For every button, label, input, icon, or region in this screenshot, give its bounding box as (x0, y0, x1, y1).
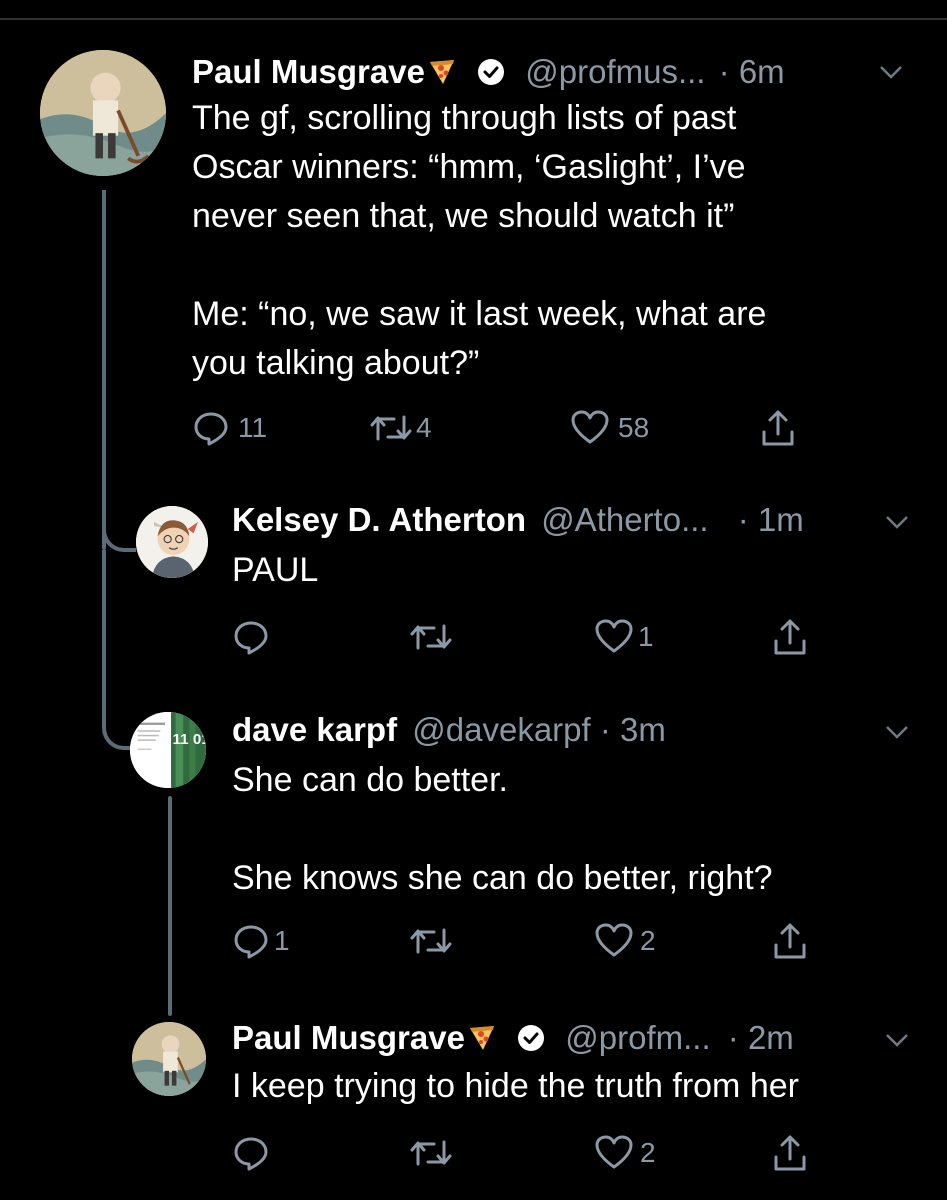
reply-icon (194, 412, 228, 446)
retweet-icon (370, 415, 412, 441)
avatar-paul-musgrave[interactable] (40, 50, 166, 176)
reply-count: 11 (238, 412, 268, 443)
verified-badge-icon (476, 56, 506, 96)
share-icon (774, 1135, 806, 1171)
like-count: 1 (638, 621, 654, 652)
timestamp[interactable]: · 3m (600, 711, 666, 748)
avatar-dave-karpf[interactable]: 11 01 (130, 712, 206, 788)
like-button[interactable]: 1 (594, 617, 654, 657)
reply-count: 1 (274, 925, 290, 956)
reply-button[interactable]: 1 (232, 921, 290, 961)
tweet-4-header: Paul Musgrave @profm... · 2m (232, 1018, 794, 1062)
reply-icon (234, 925, 268, 959)
conversation-thread: Paul Musgrave @profmus... · 6m The gf, s… (0, 0, 947, 1200)
tweet-text: I keep trying to hide the truth from her (232, 1067, 799, 1105)
verified-badge-icon (516, 1022, 546, 1062)
user-handle[interactable]: @profmus... (525, 53, 705, 90)
chevron-down-icon[interactable] (884, 512, 910, 532)
tweet-2-actions: 1 (232, 617, 832, 657)
retweet-button[interactable] (408, 1133, 462, 1173)
reply-button[interactable] (232, 617, 278, 657)
tweet-3-header: dave karpf @davekarpf · 3m (232, 710, 666, 750)
timestamp[interactable]: · 2m (728, 1019, 794, 1056)
avatar-paul-musgrave[interactable] (132, 1022, 206, 1096)
heart-icon (595, 923, 633, 957)
timestamp[interactable]: · 6m (719, 53, 785, 90)
tweet-2-header: Kelsey D. Atherton @Atherto... · 1m (232, 500, 804, 540)
reply-button[interactable]: 11 (192, 408, 267, 448)
chevron-down-icon[interactable] (884, 1030, 910, 1050)
user-handle[interactable]: @davekarpf (412, 711, 590, 748)
user-handle[interactable]: @profm... (565, 1019, 710, 1056)
retweet-icon (410, 928, 452, 954)
retweet-button[interactable] (408, 921, 462, 961)
share-button[interactable] (770, 617, 810, 657)
like-count: 2 (640, 925, 656, 956)
tweet-text: The gf, scrolling through lists of past … (192, 99, 767, 382)
like-count: 58 (618, 412, 650, 443)
display-name[interactable]: Paul Musgrave (232, 1019, 465, 1056)
tweet-3-actions: 1 2 (232, 921, 832, 961)
chevron-down-icon[interactable] (884, 722, 910, 742)
like-button[interactable]: 58 (570, 408, 649, 448)
tweet-4-actions: 2 (232, 1133, 832, 1173)
like-button[interactable]: 2 (594, 921, 656, 961)
thread-connector-elbow-2 (102, 550, 136, 750)
display-name[interactable]: dave karpf (232, 711, 397, 748)
like-button[interactable]: 2 (594, 1133, 656, 1173)
pizza-icon (467, 1022, 497, 1062)
avatar-kelsey-atherton[interactable] (136, 506, 208, 578)
top-divider (0, 18, 947, 20)
retweet-count: 4 (416, 412, 432, 443)
share-button[interactable] (758, 408, 798, 448)
share-icon (774, 619, 806, 655)
heart-icon (571, 410, 609, 444)
avatar-text: 11 01 (173, 731, 206, 748)
display-name[interactable]: Paul Musgrave (192, 53, 425, 90)
share-button[interactable] (770, 921, 810, 961)
display-name[interactable]: Kelsey D. Atherton (232, 501, 526, 538)
share-icon (774, 923, 806, 959)
retweet-button[interactable] (408, 617, 462, 657)
tweet-text: PAUL (232, 551, 319, 589)
tweet-1-actions: 11 4 58 (192, 408, 832, 448)
like-count: 2 (640, 1137, 656, 1168)
thread-connector-reply-1 (102, 190, 132, 548)
share-button[interactable] (770, 1133, 810, 1173)
retweet-button[interactable]: 4 (368, 408, 432, 448)
reply-icon (234, 621, 268, 655)
heart-icon (595, 1135, 633, 1169)
tweet-text: She can do better. She knows she can do … (232, 761, 773, 897)
retweet-icon (410, 1140, 452, 1166)
timestamp[interactable]: · 1m (738, 501, 804, 538)
retweet-icon (410, 624, 452, 650)
tweet-1-header: Paul Musgrave @profmus... · 6m (192, 52, 785, 96)
reply-button[interactable] (232, 1133, 278, 1173)
thread-line-karpf (168, 796, 172, 1016)
user-handle[interactable]: @Atherto... (541, 501, 708, 538)
heart-icon (595, 619, 633, 653)
share-icon (762, 410, 794, 446)
pizza-icon (427, 56, 457, 96)
reply-icon (234, 1137, 268, 1171)
chevron-down-icon[interactable] (878, 62, 904, 82)
